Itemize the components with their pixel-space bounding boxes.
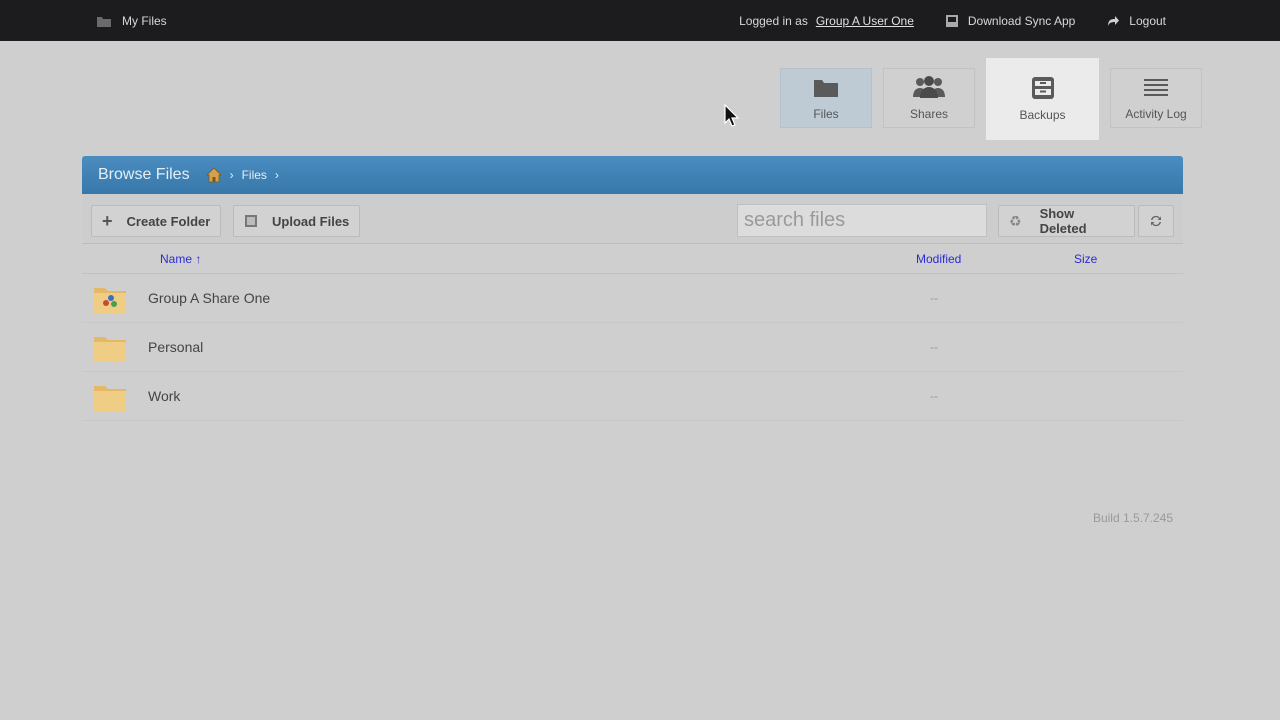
column-name-header[interactable]: Name ↑: [160, 252, 201, 266]
nav-files-label: Files: [813, 107, 839, 121]
list-icon: [1144, 79, 1168, 96]
home-icon[interactable]: [205, 167, 222, 183]
breadcrumb-separator-icon: ›: [274, 168, 279, 182]
create-folder-button[interactable]: + Create Folder: [91, 205, 222, 237]
logged-in-info: Logged in as Group A User One: [739, 14, 914, 28]
nav-backups[interactable]: Backups: [986, 58, 1099, 140]
download-icon: [945, 14, 958, 27]
refresh-icon: [1151, 215, 1161, 227]
logged-in-prefix: Logged in as: [739, 13, 808, 28]
create-folder-label: Create Folder: [126, 213, 211, 229]
browse-files-header: Browse Files › Files ›: [82, 156, 1183, 194]
logout-arrow-icon: [1108, 15, 1120, 26]
search-input[interactable]: [737, 204, 987, 237]
column-modified-header[interactable]: Modified: [916, 252, 961, 266]
users-icon: [913, 76, 945, 98]
my-files-label: My Files: [122, 13, 167, 28]
upload-files-button[interactable]: Upload Files: [233, 205, 361, 237]
nav-shares[interactable]: Shares: [883, 68, 975, 128]
logout-link[interactable]: Logout: [1105, 14, 1166, 28]
folder-icon: [814, 80, 838, 97]
folder-icon: [94, 337, 126, 362]
folder-icon: [97, 16, 111, 27]
nav-files[interactable]: Files: [780, 68, 872, 128]
file-toolbar: + Create Folder Upload Files ♻ Show Dele…: [82, 194, 1183, 244]
user-name-link[interactable]: Group A User One: [816, 14, 914, 28]
plus-icon: +: [102, 210, 113, 231]
nav-activity-log-label: Activity Log: [1125, 107, 1187, 121]
mouse-cursor-icon: [724, 104, 740, 127]
top-bar: My Files Logged in as Group A User One D…: [0, 0, 1280, 41]
file-modified: --: [930, 389, 938, 403]
upload-icon: [245, 215, 257, 227]
file-name[interactable]: Work: [148, 388, 180, 404]
show-deleted-label: Show Deleted: [1039, 206, 1087, 236]
nav-activity-log[interactable]: Activity Log: [1110, 68, 1202, 128]
breadcrumb: › Files ›: [205, 167, 279, 183]
archive-icon: [1031, 77, 1054, 99]
file-name[interactable]: Personal: [148, 339, 203, 355]
table-row[interactable]: Personal --: [82, 323, 1183, 372]
show-deleted-button[interactable]: ♻ Show Deleted: [998, 205, 1135, 237]
table-row[interactable]: Group A Share One --: [82, 274, 1183, 323]
shared-folder-icon: [94, 288, 126, 313]
panel-title: Browse Files: [98, 166, 190, 183]
nav-shares-label: Shares: [909, 107, 949, 121]
download-sync-label: Download Sync App: [967, 13, 1076, 28]
recycle-icon: ♻: [1009, 212, 1022, 229]
file-name[interactable]: Group A Share One: [148, 290, 270, 306]
upload-files-label: Upload Files: [272, 213, 350, 229]
main-nav: Files Shares Backups Activity Log: [780, 58, 1213, 140]
file-modified: --: [930, 340, 938, 354]
breadcrumb-separator-icon: ›: [229, 168, 234, 182]
download-sync-app-link[interactable]: Download Sync App: [944, 14, 1075, 28]
my-files-link[interactable]: My Files: [96, 0, 167, 41]
nav-backups-label: Backups: [1019, 108, 1066, 122]
refresh-button[interactable]: [1138, 205, 1174, 237]
file-modified: --: [930, 291, 938, 305]
column-size-header[interactable]: Size: [1074, 252, 1097, 266]
table-row[interactable]: Work --: [82, 372, 1183, 421]
breadcrumb-files[interactable]: Files: [242, 168, 267, 182]
logout-label: Logout: [1129, 13, 1166, 28]
file-table-header: Name ↑ Modified Size: [82, 244, 1183, 274]
folder-icon: [94, 386, 126, 411]
build-version: Build 1.5.7.245: [1092, 511, 1173, 525]
